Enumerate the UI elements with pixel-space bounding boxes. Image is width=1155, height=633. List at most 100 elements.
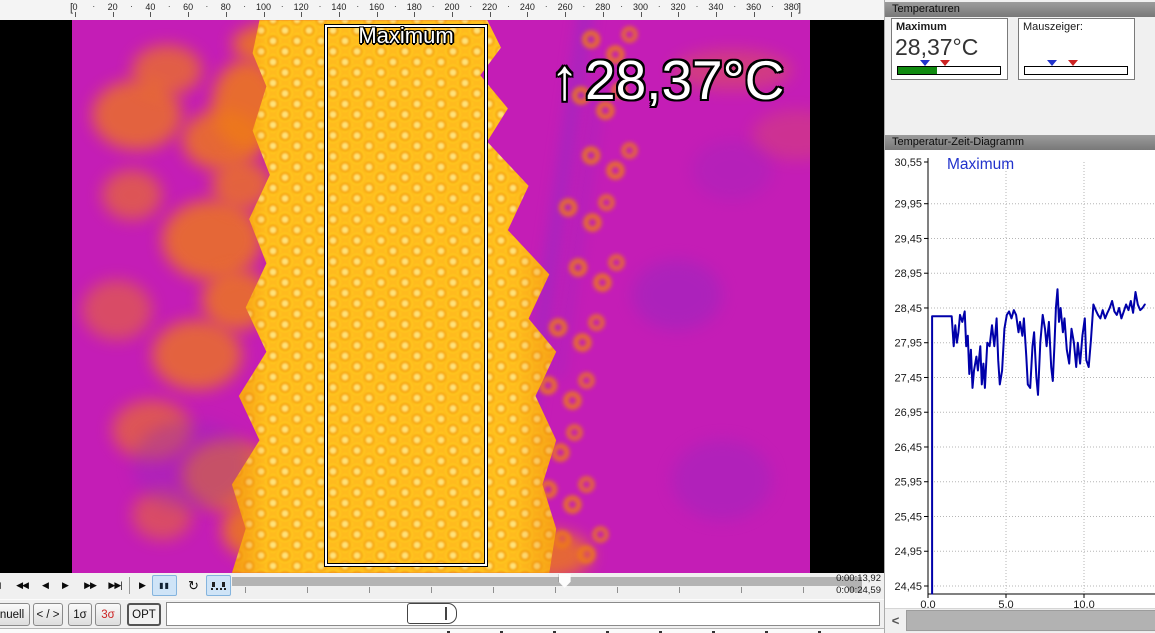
timeline-tick <box>307 587 308 593</box>
loop-icon: ↻ <box>188 578 198 594</box>
chart-y-label: 29,95 <box>894 199 922 211</box>
ruler-label: 80 <box>221 2 231 12</box>
horizontal-ruler: [ ] 0·20·40·60·80·100·120·140·160·180·20… <box>0 0 885 21</box>
manual-button[interactable]: Manuell <box>0 603 30 626</box>
ruler-minor-dot: · <box>205 1 208 11</box>
ruler-tick <box>301 12 302 17</box>
loop-button[interactable]: ↻ <box>181 575 205 596</box>
timeline-tick <box>493 587 494 593</box>
ruler-tick <box>716 12 717 17</box>
mousepointer-label: Mauszeiger: <box>1023 21 1083 33</box>
chart-canvas: 30,5529,9529,4528,9528,4527,9527,4526,95… <box>885 150 1155 608</box>
temperatures-header: Temperaturen <box>885 2 1155 17</box>
ruler-tick <box>452 12 453 17</box>
skip-end-button[interactable]: ▶▶| <box>102 575 128 596</box>
measure-area-rectangle[interactable]: Maximum <box>325 25 487 566</box>
ruler-minor-dot: · <box>545 1 548 11</box>
ruler-label: 320 <box>671 2 686 12</box>
thermal-viewer: Maximum ↑28,37°C <box>0 20 885 573</box>
ruler-tick <box>113 12 114 17</box>
fast-forward-button[interactable]: ▶▶ <box>78 575 102 596</box>
mousepointer-high-marker[interactable] <box>1068 60 1078 66</box>
scrollbar-thumb[interactable] <box>906 610 1155 631</box>
thermal-cool-blob <box>692 140 772 200</box>
chart-y-label: 29,45 <box>894 233 922 245</box>
skip-start-button[interactable]: |◀ <box>0 575 8 596</box>
step-back-icon: ◀ <box>42 580 48 591</box>
ruler-label: 380 <box>784 2 799 12</box>
timeline-times: 0:00:13,92 0:00:24,59 <box>811 573 881 597</box>
ruler-label: 160 <box>369 2 384 12</box>
time-total: 0:00:24,59 <box>811 585 881 597</box>
ruler-minor-dot: · <box>469 1 472 11</box>
rewind-button[interactable]: ◀◀ <box>10 575 34 596</box>
timeline-track[interactable] <box>232 577 862 586</box>
thermal-blob <box>152 320 242 390</box>
step-forward-icon: ▶ <box>62 580 68 591</box>
step-back-button[interactable]: ◀ <box>36 575 54 596</box>
chart-y-label: 27,45 <box>894 372 922 384</box>
ruler-label: 60 <box>183 2 193 12</box>
max-temperature-readout: ↑28,37°C <box>550 46 784 113</box>
timeline-tick <box>431 587 432 593</box>
ruler-tick <box>226 12 227 17</box>
ruler-tick <box>603 12 604 17</box>
ruler-tick <box>188 12 189 17</box>
timeline-tick <box>741 587 742 593</box>
up-arrow-icon: ↑ <box>550 47 585 112</box>
ruler-label: 280 <box>595 2 610 12</box>
range-slider-field[interactable] <box>166 602 880 626</box>
maximum-high-marker[interactable] <box>940 60 950 66</box>
rewind-icon: ◀◀ <box>16 580 28 591</box>
ruler-label: 340 <box>708 2 723 12</box>
thermal-cool-blob <box>132 420 252 510</box>
step-forward-button[interactable]: ▶ <box>56 575 74 596</box>
ruler-label: 220 <box>482 2 497 12</box>
chart-series-maximum <box>932 289 1145 593</box>
ruler-tick <box>641 12 642 17</box>
chart-y-label: 24,45 <box>894 581 922 593</box>
timeline-tick <box>803 587 804 593</box>
ruler-label: 360 <box>746 2 761 12</box>
chart-y-label: 30,55 <box>894 157 922 169</box>
range-slider-handle[interactable] <box>407 603 457 624</box>
chart-y-label: 28,95 <box>894 268 922 280</box>
ruler-tick <box>264 12 265 17</box>
ruler-tick <box>414 12 415 17</box>
chart-scrollbar[interactable]: < <box>885 608 1155 632</box>
maximum-range-bar <box>897 66 1001 75</box>
ruler-minor-dot: · <box>658 1 661 11</box>
snap-button[interactable] <box>206 575 231 596</box>
ruler-minor-dot: · <box>733 1 736 11</box>
chart-y-label: 25,45 <box>894 511 922 523</box>
maximum-low-marker[interactable] <box>920 60 930 66</box>
side-panel: Temperaturen Maximum 28,37°C Mauszeiger:… <box>884 0 1155 633</box>
play-button[interactable]: ▶ <box>133 575 151 596</box>
chart-y-label: 26,95 <box>894 407 922 419</box>
prev-next-button[interactable]: < / > <box>33 603 63 626</box>
opt-button[interactable]: OPT <box>127 603 161 626</box>
thermal-blob <box>162 200 262 280</box>
sigma1-button[interactable]: 1σ <box>68 603 92 626</box>
chart-x-label: 0,0 <box>920 599 935 608</box>
scroll-left-button[interactable]: < <box>885 609 906 632</box>
ruler-tick <box>791 12 792 17</box>
measure-area-label: Maximum <box>358 23 453 49</box>
chart-y-label: 24,95 <box>894 546 922 558</box>
ruler-label: 40 <box>145 2 155 12</box>
sigma3-button[interactable]: 3σ <box>95 603 121 626</box>
ruler-minor-dot: · <box>281 1 284 11</box>
ruler-minor-dot: · <box>432 1 435 11</box>
thermal-imaging-app: [ ] 0·20·40·60·80·100·120·140·160·180·20… <box>0 0 1155 633</box>
mousepointer-low-marker[interactable] <box>1047 60 1057 66</box>
timeline-tick <box>245 587 246 593</box>
ruler-minor-dot: · <box>696 1 699 11</box>
bottom-strip <box>0 628 885 633</box>
infrared-image[interactable]: Maximum ↑28,37°C <box>72 20 810 573</box>
timeline-tick <box>617 587 618 593</box>
ruler-label: 0 <box>72 2 77 12</box>
ruler-tick <box>527 12 528 17</box>
playback-toolbar: 0:00:13,92 0:00:24,59 |◀◀◀◀▶▶▶▶▶|▶▮▮↻ <box>0 573 885 599</box>
pause-button[interactable]: ▮▮ <box>152 575 177 596</box>
thermal-blob <box>102 170 162 220</box>
